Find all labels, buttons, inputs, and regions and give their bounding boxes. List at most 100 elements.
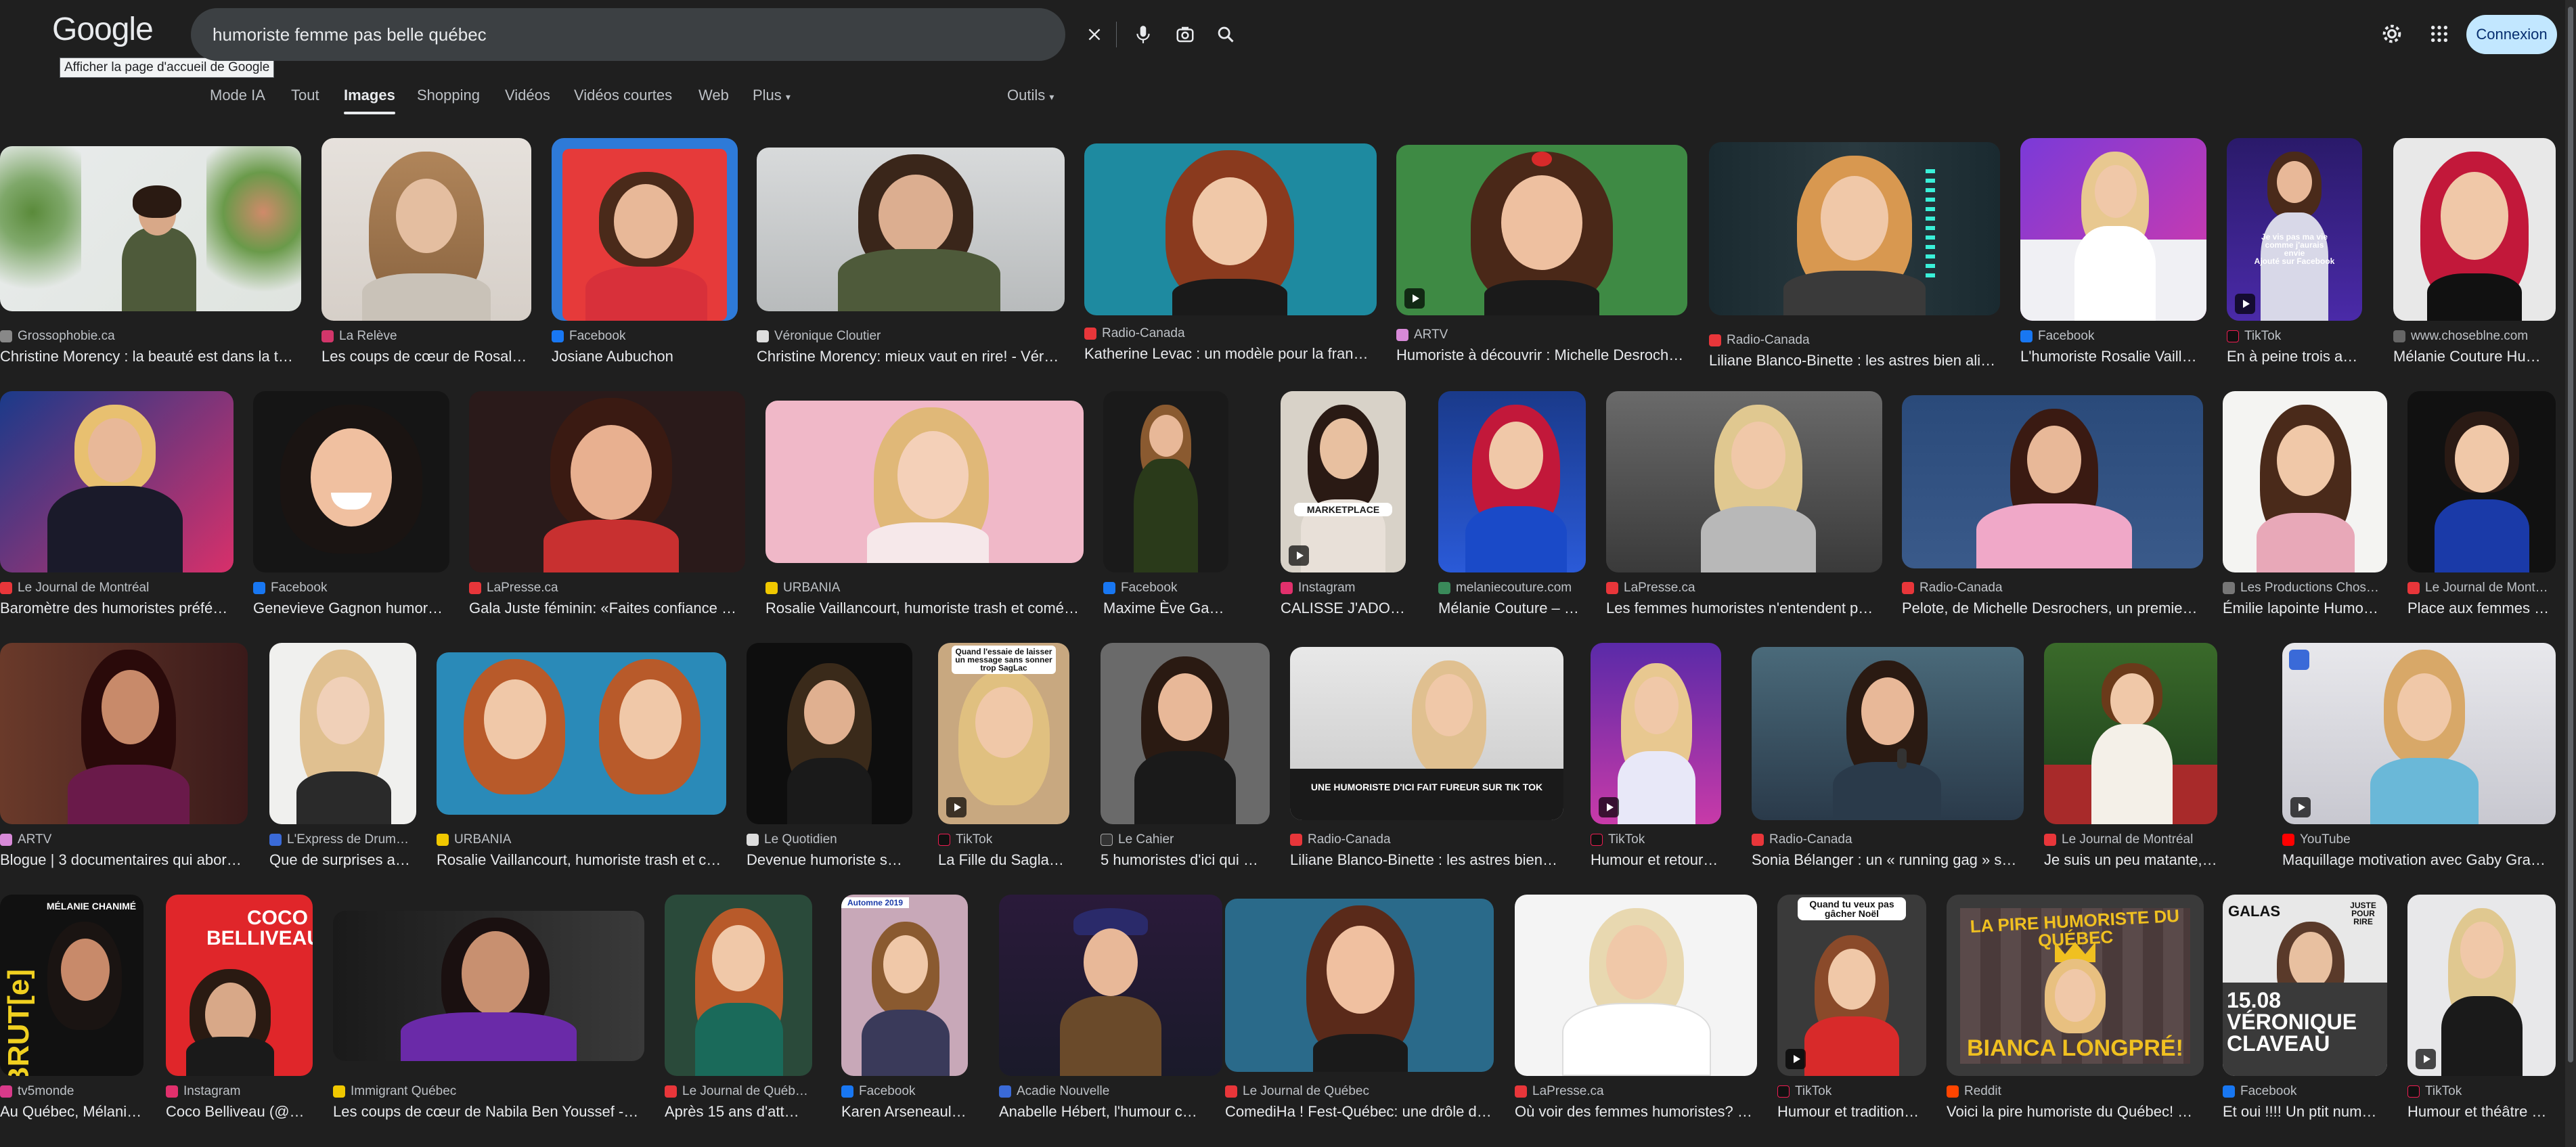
search-input[interactable]: humoriste femme pas belle québec: [213, 24, 487, 45]
result-thumbnail[interactable]: [333, 911, 644, 1061]
result-source[interactable]: Le Journal de Québec: [1225, 1084, 1494, 1099]
result-thumbnail[interactable]: [253, 391, 449, 572]
result-thumbnail[interactable]: [1752, 647, 2024, 820]
result-source[interactable]: Instagram: [166, 1084, 313, 1099]
result-caption[interactable]: Rosalie Vaillancourt, humoriste trash et…: [437, 851, 726, 869]
result-source[interactable]: Facebook: [2020, 329, 2206, 344]
result-thumbnail[interactable]: [469, 391, 745, 572]
result-thumbnail[interactable]: [1606, 391, 1882, 572]
result-thumbnail[interactable]: [269, 643, 416, 824]
result-caption[interactable]: Au Québec, Mélani…: [0, 1103, 143, 1121]
result-source[interactable]: La Relève: [321, 329, 531, 344]
result-thumbnail[interactable]: [999, 895, 1222, 1076]
result-thumbnail[interactable]: Quand tu veux pas gâcher Noël: [1777, 895, 1926, 1076]
result-caption[interactable]: Liliane Blanco-Binette : les astres bien…: [1709, 352, 2000, 369]
result-thumbnail[interactable]: Je vis pas ma vie comme j'aurais envie A…: [2227, 138, 2362, 321]
result-caption[interactable]: Les femmes humoristes n'entendent p…: [1606, 600, 1882, 617]
result-source[interactable]: URBANIA: [437, 832, 726, 847]
result-thumbnail[interactable]: [0, 391, 234, 572]
result-source[interactable]: Acadie Nouvelle: [999, 1084, 1222, 1099]
result-thumbnail[interactable]: [1225, 899, 1494, 1072]
sign-in-button[interactable]: Connexion: [2466, 15, 2557, 54]
result-thumbnail[interactable]: [1084, 143, 1377, 315]
result-source[interactable]: Le Cahier: [1101, 832, 1270, 847]
result-source[interactable]: Le Quotidien: [747, 832, 912, 847]
result-source[interactable]: Radio-Canada: [1902, 581, 2203, 595]
result-thumbnail[interactable]: [1103, 391, 1228, 572]
result-caption[interactable]: Devenue humoriste s…: [747, 851, 912, 869]
result-caption[interactable]: Karen Arseneault …: [841, 1103, 968, 1121]
result-caption[interactable]: Que de surprises a…: [269, 851, 416, 869]
result-source[interactable]: Radio-Canada: [1290, 832, 1563, 847]
result-caption[interactable]: 5 humoristes d'ici qui …: [1101, 851, 1270, 869]
result-caption[interactable]: Coco Belliveau (@…: [166, 1103, 313, 1121]
result-caption[interactable]: Après 15 ans d'att…: [665, 1103, 812, 1121]
result-source[interactable]: Facebook: [552, 329, 738, 344]
result-source[interactable]: ARTV: [1396, 328, 1687, 342]
result-source[interactable]: Le Journal de Montréal: [0, 581, 234, 595]
result-thumbnail[interactable]: [2282, 643, 2556, 824]
tab-shopping[interactable]: Shopping: [417, 87, 480, 104]
result-caption[interactable]: Les coups de cœur de Rosal…: [321, 348, 531, 365]
result-caption[interactable]: Sonia Bélanger : un « running gag » s…: [1752, 851, 2024, 869]
result-source[interactable]: Facebook: [1103, 581, 1228, 595]
result-thumbnail[interactable]: [2407, 895, 2556, 1076]
result-thumbnail[interactable]: [1902, 395, 2203, 568]
result-caption[interactable]: Voici la pire humoriste du Québec! …: [1947, 1103, 2204, 1121]
result-caption[interactable]: Je suis un peu matante, un p…: [2044, 851, 2217, 869]
result-source[interactable]: Instagram: [1281, 581, 1406, 595]
result-thumbnail[interactable]: Automne 2019: [841, 895, 968, 1076]
result-source[interactable]: Radio-Canada: [1709, 333, 2000, 348]
result-thumbnail[interactable]: [0, 643, 248, 824]
result-source[interactable]: Radio-Canada: [1084, 326, 1377, 341]
tools-button[interactable]: Outils ▾: [1007, 87, 1054, 104]
result-source[interactable]: Le Journal de Montréal: [2044, 832, 2217, 847]
tab-videos-courtes[interactable]: Vidéos courtes: [574, 87, 672, 104]
result-caption[interactable]: Humour et tradition…: [1777, 1103, 1926, 1121]
tab-mode-ia[interactable]: Mode IA: [210, 87, 265, 104]
result-thumbnail[interactable]: [765, 401, 1084, 563]
result-thumbnail[interactable]: COCO BELLIVEAU: [166, 895, 313, 1076]
result-source[interactable]: Véronique Cloutier: [757, 329, 1065, 344]
tab-images[interactable]: Images: [344, 87, 395, 104]
result-source[interactable]: Radio-Canada: [1752, 832, 2024, 847]
result-thumbnail[interactable]: [2223, 391, 2387, 572]
result-caption[interactable]: Mélanie Couture – …: [1438, 600, 1586, 617]
apps-grid-icon[interactable]: [2426, 20, 2453, 47]
search-box[interactable]: humoriste femme pas belle québec: [191, 8, 1234, 61]
result-thumbnail[interactable]: [1515, 895, 1757, 1076]
result-caption[interactable]: La Fille du Saglac:…: [938, 851, 1069, 869]
result-source[interactable]: Facebook: [253, 581, 449, 595]
result-source[interactable]: Facebook: [2223, 1084, 2387, 1099]
scrollbar-thumb[interactable]: [2568, 7, 2573, 1062]
result-source[interactable]: TikTok: [2407, 1084, 2556, 1099]
result-thumbnail[interactable]: [1396, 145, 1687, 315]
tab-plus[interactable]: Plus ▾: [753, 87, 791, 104]
microphone-icon[interactable]: [1130, 22, 1156, 47]
result-caption[interactable]: CALISSE J'ADOR…: [1281, 600, 1406, 617]
result-thumbnail[interactable]: [1101, 643, 1270, 824]
result-caption[interactable]: En à peine trois an…: [2227, 348, 2362, 365]
result-thumbnail[interactable]: MÉLANIE CHANIMÉ BRUT[e]: [0, 895, 143, 1076]
result-caption[interactable]: Gala Juste féminin: «Faites confiance …: [469, 600, 745, 617]
result-caption[interactable]: Humoriste à découvrir : Michelle Desroch…: [1396, 346, 1687, 364]
result-thumbnail[interactable]: [2393, 138, 2556, 321]
result-thumbnail[interactable]: Quand l'essaie de laisser un message san…: [938, 643, 1069, 824]
result-source[interactable]: LaPresse.ca: [469, 581, 745, 595]
result-caption[interactable]: Humour et retour a…: [1591, 851, 1721, 869]
result-thumbnail[interactable]: [2020, 138, 2206, 321]
result-caption[interactable]: Les coups de cœur de Nabila Ben Youssef …: [333, 1103, 644, 1121]
result-source[interactable]: TikTok: [2227, 329, 2362, 344]
result-thumbnail[interactable]: [1591, 643, 1721, 824]
result-thumbnail[interactable]: [1709, 142, 2000, 315]
result-source[interactable]: Facebook: [841, 1084, 968, 1099]
result-caption[interactable]: Baromètre des humoristes préfé…: [0, 600, 234, 617]
result-thumbnail[interactable]: [2407, 391, 2556, 572]
result-thumbnail[interactable]: [321, 138, 531, 321]
result-caption[interactable]: Mélanie Couture Hu…: [2393, 348, 2556, 365]
result-source[interactable]: LaPresse.ca: [1515, 1084, 1757, 1099]
result-thumbnail[interactable]: [1438, 391, 1586, 572]
result-thumbnail[interactable]: [747, 643, 912, 824]
settings-gear-icon[interactable]: [2378, 20, 2405, 47]
result-source[interactable]: Reddit: [1947, 1084, 2204, 1099]
